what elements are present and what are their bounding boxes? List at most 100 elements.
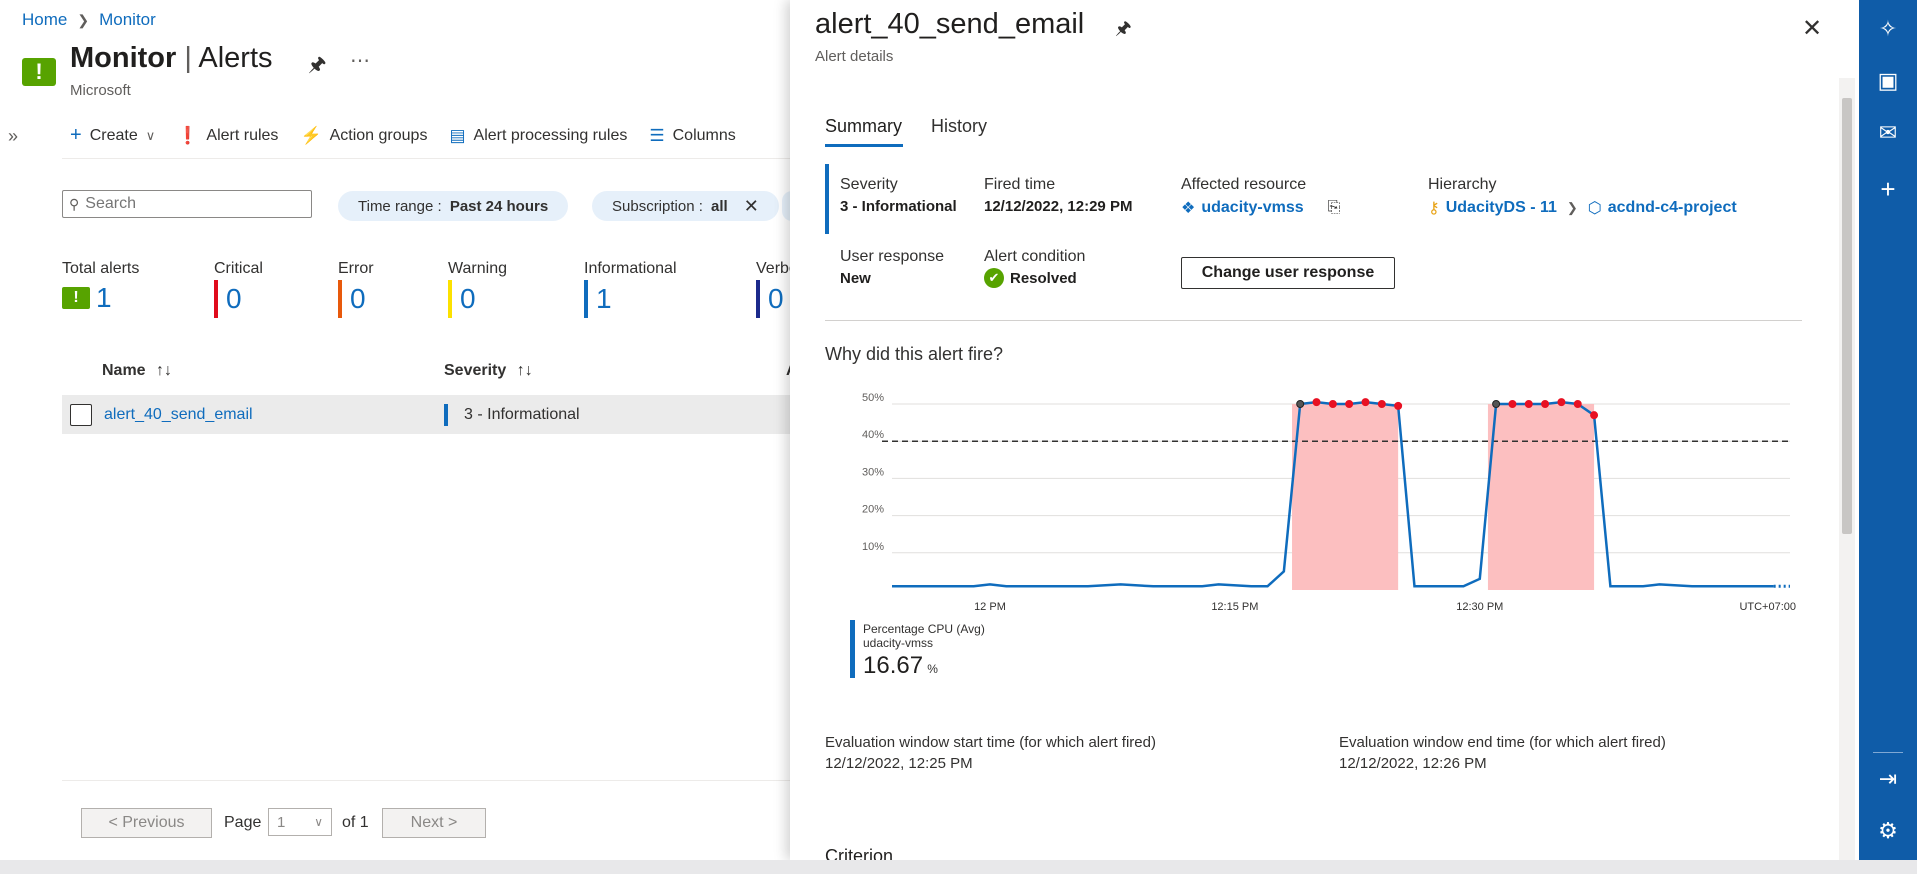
vmss-icon: ❖ [1181,200,1196,217]
tab-history[interactable]: History [931,116,987,137]
tile-warning[interactable]: Warning 0 [448,260,507,318]
gear-icon[interactable]: ⚙ [1859,818,1917,844]
add-icon[interactable]: + [1859,174,1917,205]
page-label: Page [224,814,262,831]
copilot-icon[interactable]: ✧ [1859,16,1917,42]
data-point [1557,398,1566,407]
alert-rules-button[interactable]: ❗ Alert rules [177,126,278,146]
alert-name-link[interactable]: alert_40_send_email [104,406,253,424]
action-group-icon: ⚡ [300,125,322,145]
x-tick-label: 12:15 PM [1211,601,1258,613]
columns-button[interactable]: ☰ Columns [649,126,735,146]
sign-in-icon[interactable]: ⇥ [1859,766,1917,792]
row-checkbox[interactable] [70,404,92,426]
page-subtitle: Microsoft [70,82,131,99]
divider [1873,752,1903,753]
y-tick-label: 10% [862,541,884,553]
data-point [1377,400,1386,408]
change-user-response-button[interactable]: Change user response [1181,257,1395,289]
search-input[interactable] [83,194,308,214]
columns-icon: ☰ [649,125,665,145]
scrollbar[interactable] [1839,78,1855,860]
data-point [1508,400,1517,408]
severity-bar [448,280,452,318]
divider [62,780,790,781]
data-point [1345,400,1354,408]
time-range-filter[interactable]: Time range : Past 24 hours [338,191,569,221]
scrollbar-thumb[interactable] [1842,98,1852,534]
cpu-chart[interactable]: 10% 20% 30% 40% 50% 12 PM 12:15 PM 12:30 PM UTC+… [840,392,1800,622]
hierarchy-resource-group-link[interactable]: acdnd-c4-project [1608,199,1737,217]
tab-summary[interactable]: Summary [825,116,902,137]
tile-informational[interactable]: Informational 1 [584,260,677,318]
eval-window-end: Evaluation window end time (for which al… [1339,734,1666,772]
breadcrumb-home[interactable]: Home [22,10,67,30]
office-icon[interactable]: ▣ [1859,68,1917,94]
divider [825,320,1802,321]
severity-bar [825,164,829,234]
resource-link[interactable]: udacity-vmss [1201,199,1303,217]
search-icon: ⚲ [69,195,80,212]
divider [62,158,790,159]
panel-subtitle: Alert details [815,48,894,65]
timezone-label: UTC+07:00 [1739,601,1796,613]
close-icon[interactable]: ✕ [744,196,759,217]
outlook-icon[interactable]: ✉ [1859,120,1917,146]
pin-icon[interactable]: 🖈 [1115,16,1132,46]
tile-total[interactable]: Total alerts ! 1 [62,260,139,314]
legend-resource: udacity-vmss [863,636,934,650]
alert-fired-region [1292,404,1399,590]
tile-critical[interactable]: Critical 0 [214,260,263,318]
breadcrumb-monitor[interactable]: Monitor [99,10,156,30]
data-point [1361,398,1370,407]
y-tick-label: 30% [862,466,884,478]
sort-icon: ↑↓ [156,362,173,379]
hierarchy-subscription-link[interactable]: UdacityDS - 11 [1446,199,1557,217]
column-header-name[interactable]: Name ↑↓ [102,362,172,380]
alert-details-panel: alert_40_send_email 🖈 Alert details ✕ Su… [790,0,1859,860]
create-button[interactable]: + Create ∨ [70,124,155,147]
copy-icon[interactable]: ⎘ [1328,199,1341,217]
legend-color-bar [850,620,855,678]
search-box[interactable]: ⚲ [62,190,312,218]
column-header-severity[interactable]: Severity ↑↓ [444,362,533,380]
expand-chevron-icon[interactable]: » [8,126,18,147]
data-point [1590,411,1599,420]
x-tick-label: 12 PM [974,601,1006,613]
user-response-field: User response New [840,248,945,287]
more-filter[interactable] [782,191,790,221]
table-row[interactable]: alert_40_send_email 3 - Informational [62,395,790,434]
tile-verbose[interactable]: Verbo 0 [756,260,790,318]
checkmark-icon: ✔ [984,268,1004,288]
previous-button[interactable]: < Previous [81,808,212,838]
alert-processing-rules-button[interactable]: ▤ Alert processing rules [449,126,627,146]
close-icon[interactable]: ✕ [1802,14,1822,43]
processing-rules-icon: ▤ [449,125,466,145]
data-point [1573,400,1582,408]
alert-rule-icon: ❗ [177,125,199,145]
taskbar [0,860,1917,874]
command-bar: + Create ∨ ❗ Alert rules ⚡ Action groups… [70,124,736,147]
y-tick-label: 50% [862,392,884,404]
data-point [1312,398,1321,407]
next-button[interactable]: Next > [382,808,486,838]
tile-error[interactable]: Error 0 [338,260,374,318]
page-count: of 1 [342,814,369,831]
action-groups-button[interactable]: ⚡ Action groups [300,126,427,146]
y-tick-label: 20% [862,504,884,516]
data-point [1328,400,1337,408]
more-options-icon[interactable]: ⋯ [350,48,370,73]
panel-title: alert_40_send_email [815,8,1085,40]
alert-condition-field: Alert condition ✔ Resolved [984,248,1086,288]
subscription-filter[interactable]: Subscription : all ✕ [592,191,779,221]
severity-field: Severity 3 - Informational [840,176,957,215]
plus-icon: + [70,124,82,146]
pin-icon[interactable]: 🖈 [308,50,327,84]
hierarchy-field: Hierarchy ⚷ UdacityDS - 11 ❯ ⬡ acdnd-c4-… [1428,176,1737,217]
eval-window-start: Evaluation window start time (for which … [825,734,1156,772]
severity-value: 3 - Informational [464,406,580,423]
data-point [1296,400,1305,408]
chevron-right-icon: ❯ [77,11,90,28]
page-select[interactable]: 1 ∨ [268,808,332,836]
chevron-down-icon: ∨ [145,127,156,143]
